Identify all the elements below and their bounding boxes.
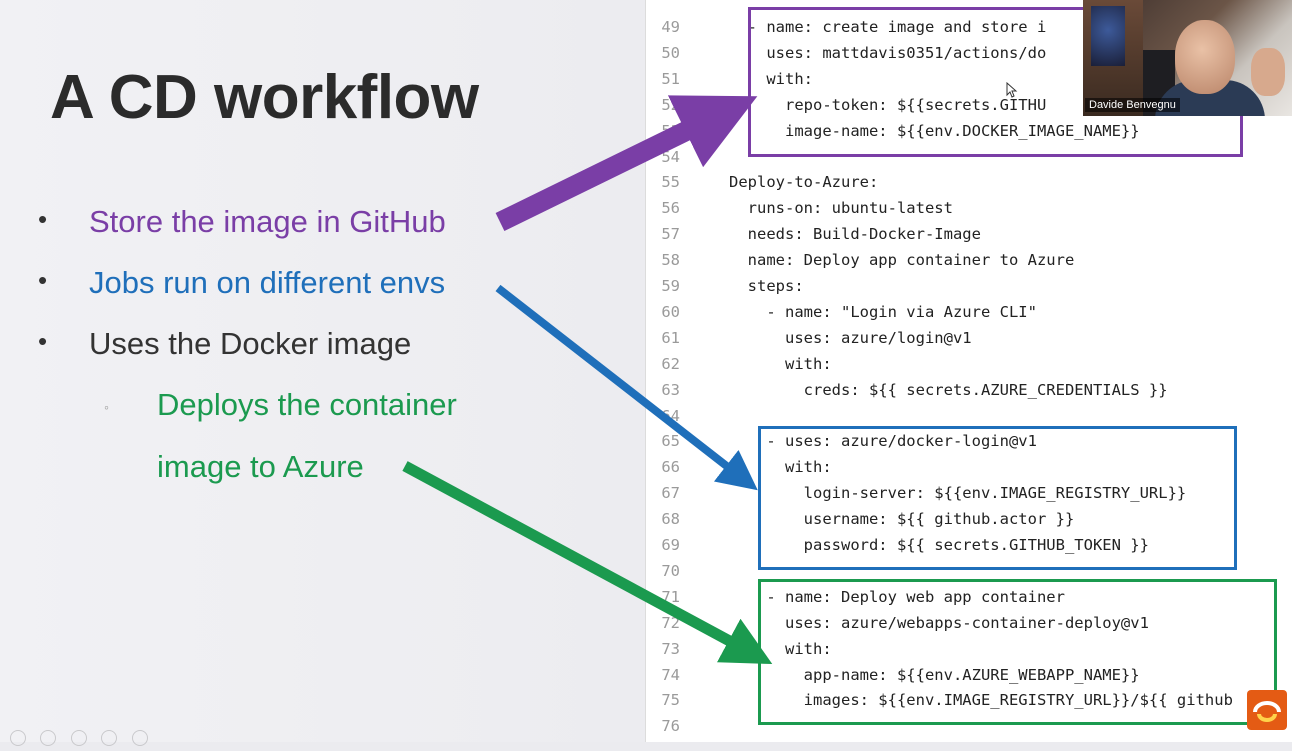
presentation-logo-icon [1247, 690, 1287, 730]
presenter-head [1175, 20, 1235, 94]
presenter-webcam: Davide Benvegnu [1083, 0, 1292, 116]
arrow-green [402, 461, 773, 665]
presenter-name-label: Davide Benvegnu [1085, 98, 1180, 112]
mouse-cursor-icon [1006, 82, 1018, 98]
webcam-background-poster [1091, 6, 1125, 66]
arrow-purple [495, 95, 758, 231]
arrow-blue [495, 284, 758, 491]
presenter-hand [1251, 48, 1285, 96]
